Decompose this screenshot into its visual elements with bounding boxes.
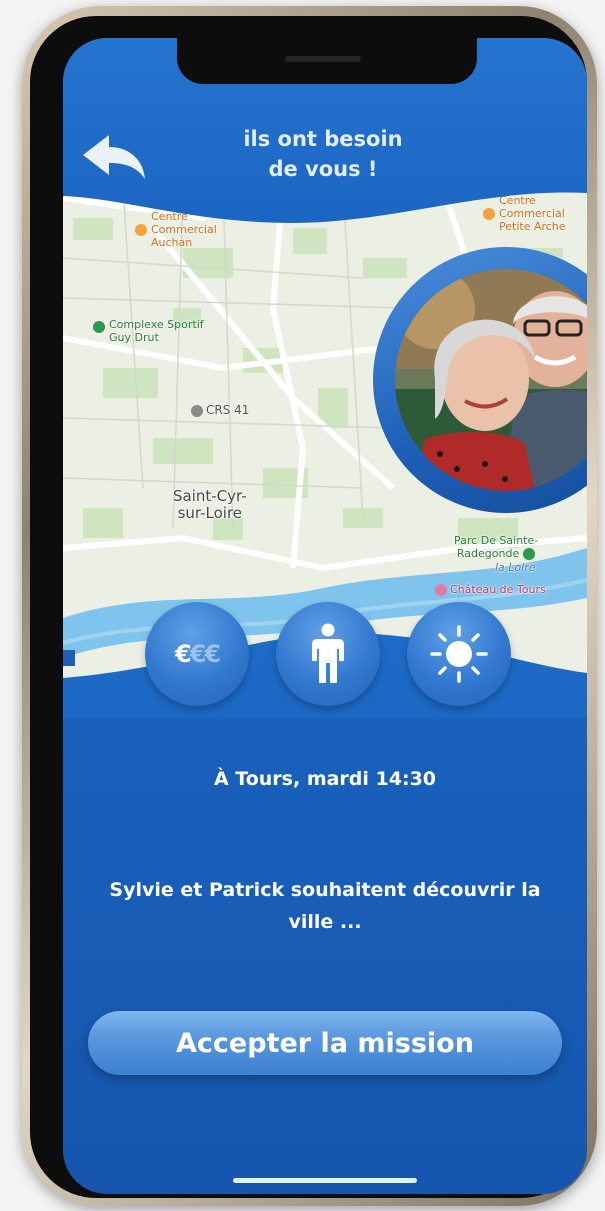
couple-photo bbox=[395, 269, 587, 491]
home-indicator[interactable] bbox=[233, 1178, 417, 1183]
mission-when: À Tours, mardi 14:30 bbox=[213, 768, 437, 790]
back-arrow-icon[interactable] bbox=[79, 133, 149, 183]
map-label-chateau: Château de Tours bbox=[435, 583, 546, 596]
price-euro-faded: €€ bbox=[189, 640, 221, 668]
speaker bbox=[285, 56, 361, 62]
page-title-line2: de vous ! bbox=[268, 157, 378, 181]
map-label-crs: CRS 41 bbox=[191, 404, 249, 417]
sun-icon[interactable] bbox=[407, 602, 511, 706]
map-label-loire: la Loire bbox=[495, 561, 536, 574]
mission-description: Sylvie et Patrick souhaitent découvrir l… bbox=[109, 879, 541, 933]
page-title: ils ont besoin de vous ! bbox=[203, 124, 443, 184]
map-label-city: Saint-Cyr- sur-Loire bbox=[173, 487, 247, 522]
price-euro-main: € bbox=[174, 640, 192, 668]
accept-mission-button[interactable]: Accepter la mission bbox=[88, 1011, 562, 1075]
map-label-complexe: Complexe Sportif Guy Drut bbox=[93, 318, 204, 344]
page-title-line1: ils ont besoin bbox=[243, 127, 403, 151]
price-euro-icon[interactable]: €€€ bbox=[145, 602, 249, 706]
person-icon[interactable] bbox=[276, 602, 380, 706]
app-screen: Centre Commercial Auchan Centre Commerci… bbox=[63, 38, 587, 1194]
